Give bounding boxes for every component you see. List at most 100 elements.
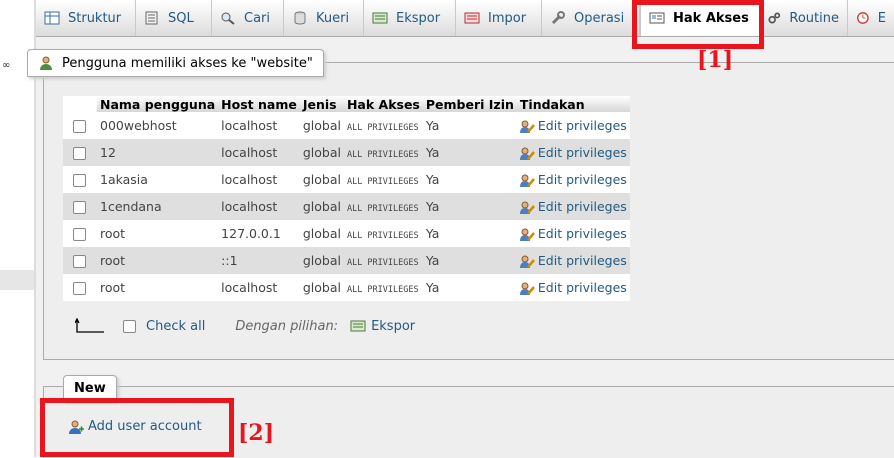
tab-sql[interactable]: SQL [136, 0, 212, 36]
column-header[interactable]: Host name [218, 96, 300, 112]
host-name-cell: ::1 [218, 247, 300, 274]
navigation-selected-row[interactable] [0, 270, 34, 290]
host-name-cell: 127.0.0.1 [218, 220, 300, 247]
row-select-cell [63, 274, 97, 301]
action-cell: Edit privileges [516, 247, 630, 274]
edit-privileges-icon [519, 282, 535, 295]
table-row[interactable]: root localhost global ALL PRIVILEGES Ya Edit … [63, 274, 630, 301]
row-checkbox[interactable] [73, 201, 86, 214]
row-select-cell [63, 193, 97, 220]
privileges-value: ALL PRIVILEGES [346, 285, 419, 295]
edit-privileges-label: Edit privileges [537, 226, 627, 241]
action-cell: Edit privileges [516, 112, 630, 139]
tab-routine[interactable]: Routine [760, 0, 848, 36]
tab-event[interactable]: E [848, 0, 894, 36]
column-header[interactable]: Hak Akses [343, 96, 423, 112]
tab-label: Cari [244, 10, 270, 26]
row-checkbox[interactable] [73, 228, 86, 241]
tab-cari[interactable]: Cari [212, 0, 284, 36]
tab-label: Impor [488, 10, 527, 26]
edit-privileges-label: Edit privileges [537, 118, 627, 133]
query-icon [294, 11, 306, 25]
link-icon[interactable]: ∞ [2, 60, 10, 71]
export-selected-button[interactable]: Ekspor [350, 319, 415, 334]
user-name-cell: 1cendana [97, 193, 219, 220]
host-name-cell: localhost [218, 274, 300, 301]
edit-privileges-icon [519, 120, 535, 133]
tab-label: Ekspor [396, 10, 441, 26]
with-selected-label: Dengan pilihan: [235, 318, 339, 334]
tab-operasi[interactable]: Operasi [542, 0, 640, 36]
privileges-cell: ALL PRIVILEGES [343, 220, 423, 247]
annotation-box-1 [632, 0, 764, 49]
row-select-cell [63, 166, 97, 193]
privileges-cell: ALL PRIVILEGES [343, 112, 423, 139]
bulk-actions-row: Check all Dengan pilihan: Ekspor [75, 318, 415, 334]
table-row[interactable]: 12 localhost global ALL PRIVILEGES Ya Edit pr… [63, 139, 630, 166]
table-row[interactable]: root 127.0.0.1 global ALL PRIVILEGES Ya Edit … [63, 220, 630, 247]
privileges-cell: ALL PRIVILEGES [343, 274, 423, 301]
tab-struktur[interactable]: Struktur [36, 0, 136, 36]
tab-ekspor[interactable]: Ekspor [364, 0, 456, 36]
column-header[interactable]: Jenis [299, 96, 344, 112]
user-name-cell: 1akasia [97, 166, 219, 193]
row-checkbox[interactable] [73, 282, 86, 295]
host-name-cell: localhost [218, 112, 300, 139]
wrench-icon [551, 11, 565, 25]
sql-icon [145, 11, 158, 25]
tab-label: SQL [168, 10, 194, 26]
row-checkbox[interactable] [73, 147, 86, 160]
action-cell: Edit privileges [516, 274, 630, 301]
edit-privileges-link[interactable]: Edit privileges [519, 199, 627, 214]
privileges-value: ALL PRIVILEGES [346, 177, 419, 187]
edit-privileges-label: Edit privileges [537, 199, 627, 214]
type-cell: global [299, 274, 344, 301]
tab-label: Operasi [574, 10, 625, 26]
check-all-label[interactable]: Check all [146, 319, 205, 334]
privileges-value: ALL PRIVILEGES [346, 231, 419, 241]
table-row[interactable]: 1akasia localhost global ALL PRIVILEGES Ya Ed… [63, 166, 630, 193]
routine-icon [768, 12, 781, 24]
tab-label: Kueri [316, 10, 350, 26]
privileges-value: ALL PRIVILEGES [346, 258, 419, 268]
table-row[interactable]: 000webhost localhost global ALL PRIVILEGES Y… [63, 112, 630, 139]
type-cell: global [299, 166, 344, 193]
row-checkbox[interactable] [73, 174, 86, 187]
type-cell: global [299, 247, 344, 274]
edit-privileges-label: Edit privileges [537, 253, 627, 268]
edit-privileges-link[interactable]: Edit privileges [519, 118, 627, 133]
edit-privileges-link[interactable]: Edit privileges [519, 172, 627, 187]
column-header[interactable]: Nama pengguna [97, 96, 219, 112]
export-icon [372, 12, 388, 24]
row-select-cell [63, 247, 97, 274]
row-checkbox[interactable] [73, 120, 86, 133]
privileges-value: ALL PRIVILEGES [346, 204, 419, 214]
check-all-checkbox[interactable] [123, 319, 136, 333]
table-row[interactable]: 1cendana localhost global ALL PRIVILEGES Ya E… [63, 193, 630, 220]
column-header[interactable]: Tindakan [516, 96, 630, 112]
action-cell: Edit privileges [516, 139, 630, 166]
tab-kueri[interactable]: Kueri [284, 0, 364, 36]
column-header[interactable]: Pemberi Izin [422, 96, 517, 112]
edit-privileges-icon [519, 255, 535, 268]
action-cell: Edit privileges [516, 193, 630, 220]
edit-privileges-link[interactable]: Edit privileges [519, 226, 627, 241]
event-icon [857, 12, 869, 24]
row-select-cell [63, 139, 97, 166]
tab-label: Struktur [68, 10, 122, 26]
edit-privileges-link[interactable]: Edit privileges [519, 145, 627, 160]
privileges-cell: ALL PRIVILEGES [343, 247, 423, 274]
edit-privileges-link[interactable]: Edit privileges [519, 253, 627, 268]
export-label: Ekspor [371, 318, 416, 334]
table-structure-icon [44, 11, 60, 25]
row-checkbox[interactable] [73, 255, 86, 268]
host-name-cell: localhost [218, 193, 300, 220]
table-row[interactable]: root::1 global ALL PRIVILEGES Ya Edit privil… [63, 247, 630, 274]
edit-privileges-icon [519, 228, 535, 241]
tab-impor[interactable]: Impor [456, 0, 542, 36]
edit-privileges-label: Edit privileges [537, 280, 627, 295]
user-icon [40, 56, 52, 70]
tab-label: E [877, 10, 886, 26]
edit-privileges-label: Edit privileges [537, 172, 627, 187]
edit-privileges-link[interactable]: Edit privileges [519, 280, 627, 295]
